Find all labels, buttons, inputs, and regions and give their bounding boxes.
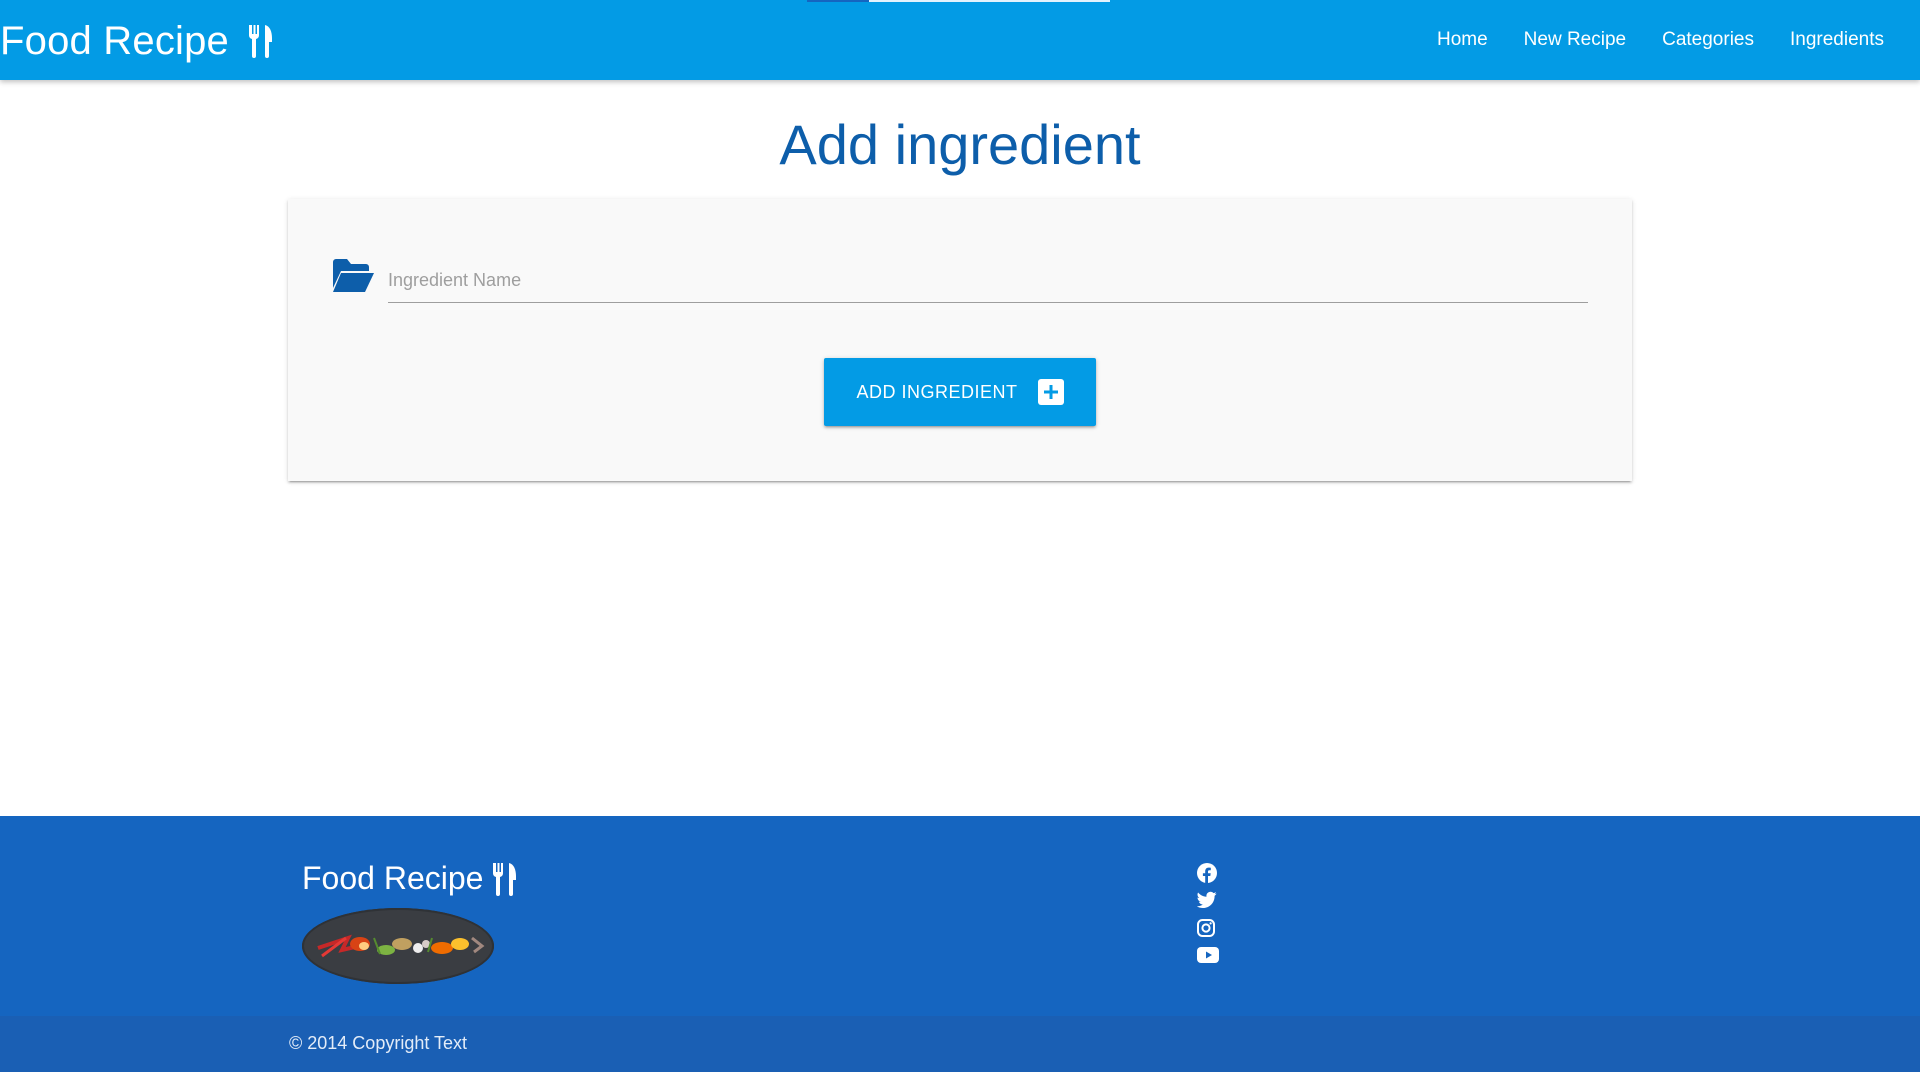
nav-link-ingredients[interactable]: Ingredients — [1772, 0, 1902, 80]
utensils-icon — [247, 24, 275, 58]
plus-square-icon — [1037, 379, 1064, 405]
nav-link-new-recipe[interactable]: New Recipe — [1506, 0, 1644, 80]
copyright-text: © 2014 Copyright Text — [289, 1033, 468, 1053]
nav-link-home[interactable]: Home — [1419, 0, 1506, 80]
spices-image — [302, 908, 494, 984]
instagram-icon[interactable] — [1197, 919, 1219, 941]
twitter-icon[interactable] — [1196, 891, 1219, 913]
loading-bar-track — [869, 0, 1110, 2]
add-ingredient-card: ADD INGREDIENT — [288, 199, 1632, 481]
brand-name: Food Recipe — [0, 18, 229, 63]
page-title: Add ingredient — [779, 113, 1141, 176]
youtube-icon[interactable] — [1197, 947, 1219, 969]
social-links — [1196, 863, 1221, 975]
footer-brand-name: Food Recipe — [302, 860, 484, 896]
ingredient-name-input[interactable] — [388, 259, 1588, 303]
add-ingredient-button[interactable]: ADD INGREDIENT — [824, 358, 1096, 426]
folder-open-icon — [331, 258, 375, 294]
loading-bar — [807, 0, 869, 2]
add-ingredient-button-label: ADD INGREDIENT — [856, 381, 1018, 402]
nav-links: Home New Recipe Categories Ingredients — [1419, 0, 1902, 80]
nav-link-categories[interactable]: Categories — [1644, 0, 1772, 80]
facebook-icon[interactable] — [1197, 863, 1219, 885]
brand-logo-link[interactable]: Food Recipe — [0, 17, 275, 65]
navbar: Food Recipe Home New Recipe Categories I… — [0, 0, 1920, 80]
utensils-icon — [491, 862, 519, 896]
footer: Food Recipe © 2014 Copyright Text — [0, 816, 1920, 1072]
footer-copyright-bar: © 2014 Copyright Text — [0, 1016, 1920, 1072]
footer-brand: Food Recipe — [302, 860, 519, 897]
